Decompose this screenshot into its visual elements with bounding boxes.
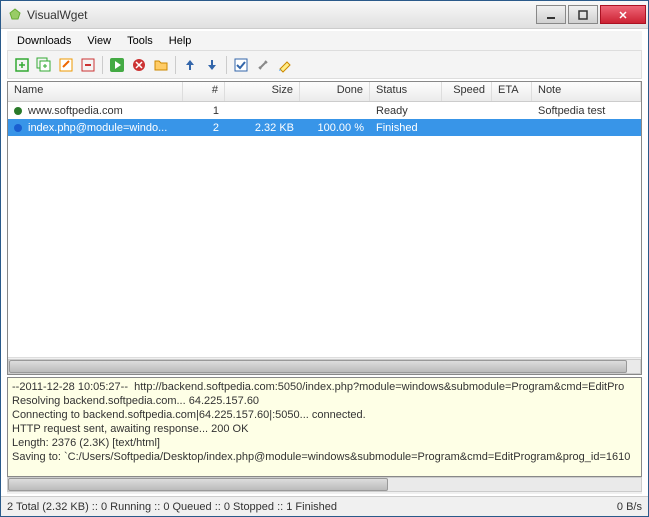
- check-button[interactable]: [231, 55, 251, 75]
- row-note: Softpedia test: [532, 103, 641, 119]
- move-up-button[interactable]: [180, 55, 200, 75]
- table-row[interactable]: www.softpedia.com 1 Ready Softpedia test: [8, 102, 641, 119]
- close-button[interactable]: [600, 5, 646, 24]
- list-header: Name # Size Done Status Speed ETA Note: [8, 82, 641, 102]
- minimize-button[interactable]: [536, 5, 566, 24]
- settings-button[interactable]: [253, 55, 273, 75]
- row-size: 2.32 KB: [225, 120, 300, 136]
- status-dot-icon: [12, 105, 24, 117]
- col-header-name[interactable]: Name: [8, 82, 183, 101]
- row-eta: [492, 109, 532, 113]
- stop-button[interactable]: [129, 55, 149, 75]
- menu-downloads[interactable]: Downloads: [9, 33, 79, 49]
- menu-tools[interactable]: Tools: [119, 33, 161, 49]
- row-status: Finished: [370, 120, 442, 136]
- log-output[interactable]: --2011-12-28 10:05:27-- http://backend.s…: [7, 377, 642, 477]
- col-header-status[interactable]: Status: [370, 82, 442, 101]
- status-dot-icon: [12, 122, 24, 134]
- app-icon: [7, 7, 23, 23]
- downloads-list: Name # Size Done Status Speed ETA Note w…: [7, 81, 642, 375]
- row-name: index.php@module=windo...: [28, 122, 167, 134]
- clear-button[interactable]: [275, 55, 295, 75]
- scroll-thumb[interactable]: [9, 360, 627, 373]
- status-summary: 2 Total (2.32 KB) :: 0 Running :: 0 Queu…: [7, 501, 617, 513]
- row-speed: [442, 126, 492, 130]
- remove-button[interactable]: [78, 55, 98, 75]
- row-eta: [492, 126, 532, 130]
- edit-button[interactable]: [56, 55, 76, 75]
- log-hscrollbar[interactable]: [7, 477, 642, 494]
- col-header-done[interactable]: Done: [300, 82, 370, 101]
- menubar: Downloads View Tools Help: [7, 31, 642, 51]
- row-done: 100.00 %: [300, 120, 370, 136]
- maximize-button[interactable]: [568, 5, 598, 24]
- list-body[interactable]: www.softpedia.com1ReadySoftpedia testind…: [8, 102, 641, 357]
- window-title: VisualWget: [27, 8, 536, 22]
- row-name: www.softpedia.com: [28, 105, 123, 117]
- row-num: 1: [183, 103, 225, 119]
- col-header-size[interactable]: Size: [225, 82, 300, 101]
- row-done: [300, 109, 370, 113]
- col-header-eta[interactable]: ETA: [492, 82, 532, 101]
- row-note: [532, 126, 641, 130]
- move-down-button[interactable]: [202, 55, 222, 75]
- open-folder-button[interactable]: [151, 55, 171, 75]
- statusbar: 2 Total (2.32 KB) :: 0 Running :: 0 Queu…: [1, 496, 648, 516]
- list-hscrollbar[interactable]: [8, 357, 641, 374]
- new-download-button[interactable]: [12, 55, 32, 75]
- toolbar: [7, 51, 642, 79]
- row-speed: [442, 109, 492, 113]
- app-window: VisualWget Downloads View Tools Help Nam…: [0, 0, 649, 517]
- add-multi-button[interactable]: [34, 55, 54, 75]
- menu-view[interactable]: View: [79, 33, 119, 49]
- status-speed: 0 B/s: [617, 501, 642, 513]
- col-header-num[interactable]: #: [183, 82, 225, 101]
- row-size: [225, 109, 300, 113]
- titlebar[interactable]: VisualWget: [1, 1, 648, 29]
- menu-help[interactable]: Help: [161, 33, 200, 49]
- start-button[interactable]: [107, 55, 127, 75]
- scroll-thumb[interactable]: [8, 478, 388, 491]
- row-num: 2: [183, 120, 225, 136]
- table-row[interactable]: index.php@module=windo... 22.32 KB100.00 …: [8, 119, 641, 136]
- col-header-note[interactable]: Note: [532, 82, 641, 101]
- col-header-speed[interactable]: Speed: [442, 82, 492, 101]
- row-status: Ready: [370, 103, 442, 119]
